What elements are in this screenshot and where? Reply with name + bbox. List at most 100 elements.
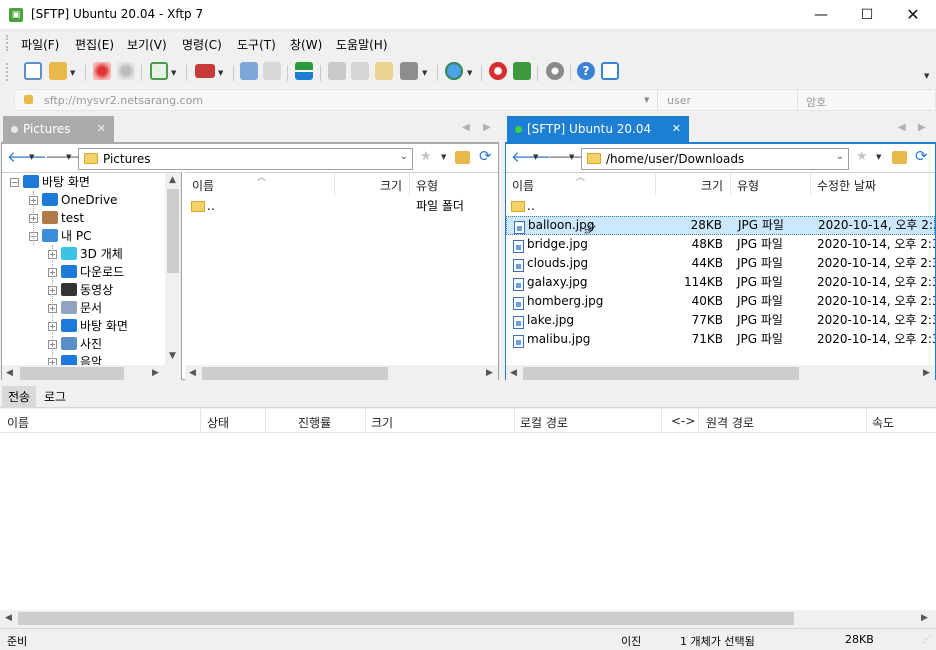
chevron-down-icon[interactable]: ▼	[171, 69, 176, 77]
chevron-down-icon[interactable]: ▼	[644, 96, 649, 104]
tree-item[interactable]: − 내 PC	[29, 227, 91, 245]
star-icon[interactable]: ★	[856, 149, 868, 164]
toolbar-overflow-icon[interactable]: ▼	[924, 72, 929, 80]
sync-icon[interactable]	[295, 62, 313, 80]
close-icon[interactable]: ✕	[97, 116, 106, 142]
disconnect-icon[interactable]	[117, 62, 135, 80]
chevron-down-icon[interactable]: ▼	[533, 153, 538, 161]
list-item[interactable]: clouds.jpg 44KB JPG 파일 2020-10-14, 오후 2:3	[506, 254, 935, 273]
list-item[interactable]: homberg.jpg 40KB JPG 파일 2020-10-14, 오후 2:3	[506, 292, 935, 311]
xftp-app-icon[interactable]: ▣	[9, 8, 23, 22]
gear-icon[interactable]	[546, 62, 564, 80]
menu-view[interactable]: 보기(V)	[127, 36, 167, 53]
scroll-right-icon[interactable]: ▶	[152, 368, 159, 378]
tree-item[interactable]: + test	[29, 209, 84, 227]
close-icon[interactable]: ✕	[672, 116, 681, 142]
tree-item[interactable]: + 동영상	[48, 281, 113, 299]
chevron-down-icon[interactable]: ⌄	[836, 151, 844, 162]
tree-item[interactable]: +3D 개체	[48, 245, 123, 263]
xshell-icon[interactable]	[489, 62, 507, 80]
layout-icon[interactable]	[400, 62, 418, 80]
menu-command[interactable]: 명령(C)	[182, 36, 222, 53]
scroll-left-icon[interactable]: ◀	[6, 368, 13, 378]
tab-scroll-right-icon[interactable]: ▶	[483, 122, 491, 133]
scroll-left-icon[interactable]: ◀	[5, 613, 12, 623]
chevron-down-icon[interactable]: ▼	[218, 69, 223, 77]
list-item[interactable]: galaxy.jpg 114KB JPG 파일 2020-10-14, 오후 2:3	[506, 273, 935, 292]
transfer-col-local-path[interactable]: 로컬 경로	[520, 414, 568, 431]
password-input[interactable]: 암호	[806, 94, 826, 110]
chevron-down-icon[interactable]: ▼	[441, 153, 446, 161]
tree-item[interactable]: + OneDrive	[29, 191, 117, 209]
tree-vertical-scrollbar[interactable]: ▲ ▼	[165, 173, 181, 365]
tree-item[interactable]: − 바탕 화면	[10, 173, 90, 191]
local-list-horizontal-scrollbar[interactable]: ◀ ▶	[185, 365, 498, 382]
scroll-right-icon[interactable]: ▶	[921, 613, 928, 623]
scroll-left-icon[interactable]: ◀	[189, 368, 196, 378]
list-item[interactable]: .. 파일 폴더	[185, 197, 498, 216]
menu-file[interactable]: 파일(F)	[21, 36, 59, 53]
tab-sftp-ubuntu[interactable]: [SFTP] Ubuntu 20.04 ✕	[507, 116, 689, 142]
chevron-down-icon[interactable]: ▼	[29, 153, 34, 161]
scroll-right-icon[interactable]: ▶	[486, 368, 493, 378]
refresh-icon[interactable]: ⟳	[479, 147, 492, 165]
transfer-horizontal-scrollbar[interactable]: ◀ ▶	[0, 610, 936, 627]
tab-pictures[interactable]: Pictures ✕	[3, 116, 114, 142]
scrollbar-thumb[interactable]	[18, 612, 794, 625]
list-item[interactable]: bridge.jpg 48KB JPG 파일 2020-10-14, 오후 2:3	[506, 235, 935, 254]
properties-icon[interactable]	[375, 62, 393, 80]
list-item[interactable]: ..	[506, 197, 935, 216]
scrollbar-thumb[interactable]	[523, 367, 799, 380]
globe-icon[interactable]	[445, 62, 463, 80]
new-tab-icon[interactable]	[150, 62, 168, 80]
menu-edit[interactable]: 편집(E)	[75, 36, 114, 53]
tree-item[interactable]: + 문서	[48, 299, 102, 317]
collapse-icon[interactable]: −	[10, 178, 19, 187]
remote-list-horizontal-scrollbar[interactable]: ◀ ▶	[506, 365, 935, 382]
transfer-col-name[interactable]: 이름	[7, 414, 29, 431]
scrollbar-thumb[interactable]	[20, 367, 124, 380]
tab-scroll-left-icon[interactable]: ◀	[898, 122, 906, 133]
tab-log[interactable]: 로그	[44, 386, 66, 408]
chevron-down-icon[interactable]: ▼	[569, 153, 574, 161]
upload-icon[interactable]	[240, 62, 258, 80]
chevron-down-icon[interactable]: ▼	[467, 69, 472, 77]
home-icon[interactable]	[455, 151, 470, 164]
column-name-header[interactable]: 이름	[512, 177, 534, 194]
terminal-icon[interactable]	[195, 64, 215, 78]
chevron-down-icon[interactable]: ▼	[422, 69, 427, 77]
transfer-col-progress[interactable]: 진행률	[298, 414, 331, 431]
tree-item[interactable]: + 바탕 화면	[48, 317, 128, 335]
home-icon[interactable]	[892, 151, 907, 164]
column-size-header[interactable]: 크기	[701, 177, 723, 194]
open-folder-icon[interactable]	[49, 62, 67, 80]
username-input[interactable]: user	[667, 94, 691, 107]
scroll-right-icon[interactable]: ▶	[923, 368, 930, 378]
download-icon[interactable]	[263, 62, 281, 80]
tab-scroll-left-icon[interactable]: ◀	[462, 122, 470, 133]
scroll-down-icon[interactable]: ▼	[169, 351, 176, 361]
list-item[interactable]: lake.jpg 77KB JPG 파일 2020-10-14, 오후 2:3	[506, 311, 935, 330]
refresh-icon[interactable]: ⟳	[915, 147, 928, 165]
copy-icon[interactable]	[328, 62, 346, 80]
minimize-button[interactable]: —	[798, 0, 844, 30]
host-input[interactable]: sftp://mysvr2.netsarang.com	[44, 94, 203, 107]
star-icon[interactable]: ★	[420, 149, 432, 164]
transfer-col-speed[interactable]: 속도	[872, 414, 894, 431]
menu-help[interactable]: 도움말(H)	[336, 36, 388, 53]
connect-icon[interactable]	[93, 62, 111, 80]
column-name-header[interactable]: 이름	[192, 177, 214, 194]
menu-tools[interactable]: 도구(T)	[237, 36, 276, 53]
tree-item[interactable]: + 음악	[48, 353, 102, 365]
tree-item[interactable]: + 사진	[48, 335, 102, 353]
chat-icon[interactable]	[601, 62, 619, 80]
maximize-button[interactable]: ☐	[844, 0, 890, 30]
transfer-col-status[interactable]: 상태	[207, 414, 229, 431]
column-size-header[interactable]: 크기	[380, 177, 402, 194]
scroll-up-icon[interactable]: ▲	[169, 175, 176, 185]
new-session-icon[interactable]	[24, 62, 42, 80]
scrollbar-thumb[interactable]	[167, 189, 179, 273]
resize-grip-icon[interactable]: ⋰	[922, 635, 931, 645]
close-window-button[interactable]: ✕	[890, 0, 936, 30]
scroll-left-icon[interactable]: ◀	[510, 368, 517, 378]
